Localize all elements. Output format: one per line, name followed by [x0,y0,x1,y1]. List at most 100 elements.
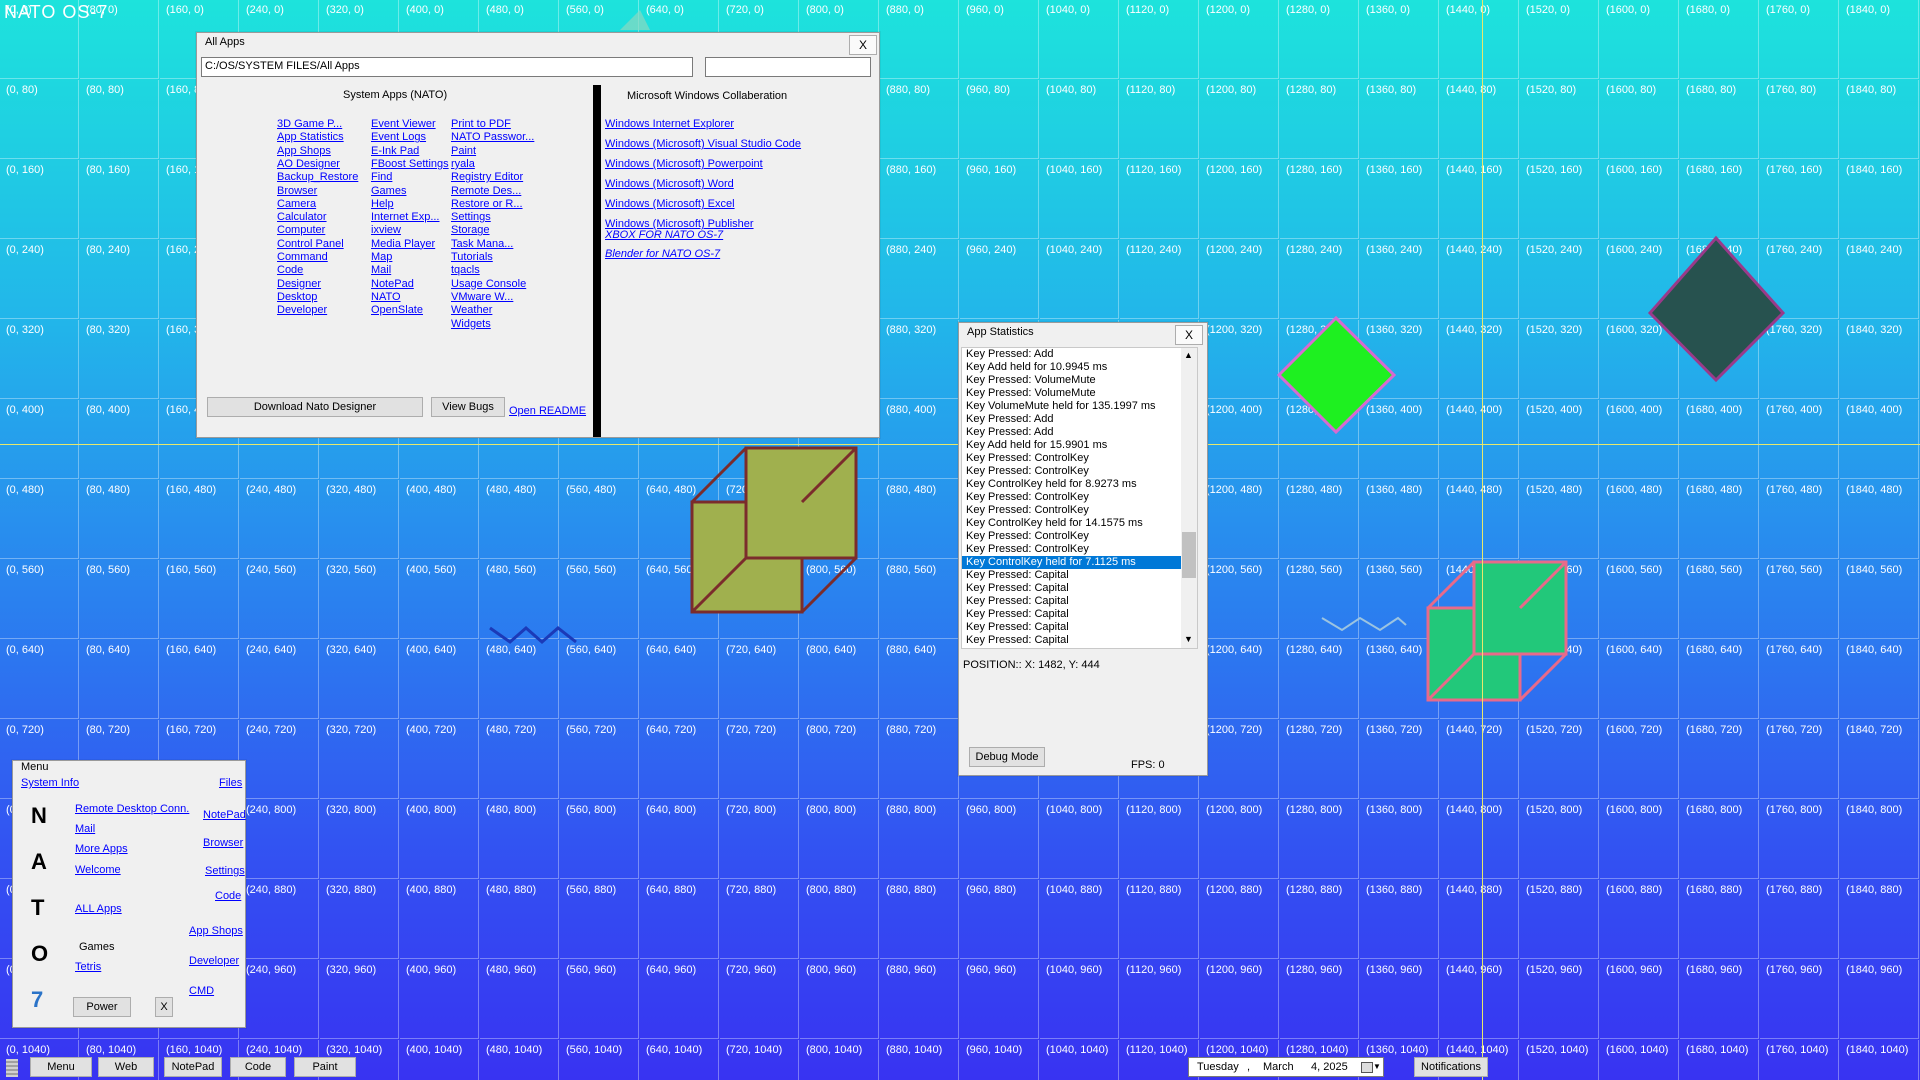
log-entry[interactable]: Key ControlKey held for 14.1575 ms [962,517,1197,530]
app-link[interactable]: Remote Des... [451,185,521,198]
taskbar-grip-icon[interactable] [6,1059,18,1077]
app-link[interactable]: Backup_Restore [277,171,358,184]
taskbar-menu-button[interactable]: Menu [30,1057,92,1077]
app-link[interactable]: FBoost Settings [371,158,449,171]
ms-app-link[interactable]: XBOX FOR NATO OS-7 [605,229,723,241]
log-scrollbar[interactable]: ▲ ▼ [1181,348,1197,648]
log-entry[interactable]: Key Pressed: Capital [962,608,1197,621]
app-link[interactable]: Find [371,171,392,184]
menu-link[interactable]: Code [215,890,241,902]
app-link[interactable]: Registry Editor [451,171,523,184]
view-bugs-button[interactable]: View Bugs [431,397,505,417]
close-button[interactable]: X [849,35,877,55]
app-link[interactable]: Event Logs [371,131,426,144]
scroll-down-icon[interactable]: ▼ [1184,634,1193,644]
files-link[interactable]: Files [219,777,242,789]
menu-link[interactable]: CMD [189,985,214,997]
notifications-button[interactable]: Notifications [1414,1057,1488,1077]
log-entry[interactable]: Key Add held for 15.9901 ms [962,439,1197,452]
app-link[interactable]: NATO [371,291,401,304]
log-entry[interactable]: Key Pressed: VolumeMute [962,387,1197,400]
app-link[interactable]: Command [277,251,328,264]
scroll-thumb[interactable] [1182,532,1196,578]
menu-link[interactable]: Mail [75,823,95,835]
app-link[interactable]: Media Player [371,238,435,251]
app-link[interactable]: App Statistics [277,131,344,144]
chevron-down-icon[interactable]: ▼ [1373,1058,1381,1076]
taskbar-paint-button[interactable]: Paint [294,1057,356,1077]
menu-link[interactable]: App Shops [189,925,243,937]
log-entry[interactable]: Key Pressed: Capital [962,595,1197,608]
app-link[interactable]: Calculator [277,211,327,224]
app-link[interactable]: Task Mana... [451,238,513,251]
power-button[interactable]: Power [73,997,131,1017]
menu-link[interactable]: Remote Desktop Conn. [75,803,189,815]
app-link[interactable]: Games [371,185,406,198]
app-link[interactable]: Designer [277,278,321,291]
app-link[interactable]: Restore or R... [451,198,523,211]
app-link[interactable]: ixview [371,224,401,237]
app-link[interactable]: App Shops [277,145,331,158]
log-entry[interactable]: Key Add held for 10.9945 ms [962,361,1197,374]
menu-link[interactable]: More Apps [75,843,128,855]
menu-link[interactable]: Browser [203,837,243,849]
app-link[interactable]: ryala [451,158,475,171]
app-link[interactable]: NATO Passwor... [451,131,534,144]
download-designer-button[interactable]: Download Nato Designer [207,397,423,417]
app-link[interactable]: Help [371,198,394,211]
log-entry[interactable]: Key Pressed: Capital [962,569,1197,582]
app-link[interactable]: Windows (Microsoft) Word [605,178,734,190]
menu-link[interactable]: Developer [189,955,239,967]
log-entry[interactable]: Key VolumeMute held for 135.1997 ms [962,400,1197,413]
search-input[interactable] [705,57,871,77]
menu-link[interactable]: NotePad [203,809,246,821]
log-entry[interactable]: Key Pressed: ControlKey [962,530,1197,543]
app-link[interactable]: Developer [277,304,327,317]
log-entry[interactable]: Key Pressed: Capital [962,621,1197,634]
app-link[interactable]: Widgets [451,318,491,331]
app-link[interactable]: tqacls [451,264,480,277]
calendar-icon[interactable] [1361,1062,1373,1073]
app-link[interactable]: Windows (Microsoft) Powerpoint [605,158,763,170]
scroll-up-icon[interactable]: ▲ [1184,350,1193,360]
app-link[interactable]: Map [371,251,392,264]
log-entry[interactable]: Key Pressed: ControlKey [962,465,1197,478]
log-entry[interactable]: Key Pressed: Add [962,413,1197,426]
menu-link[interactable]: ALL Apps [75,903,122,915]
app-link[interactable]: E-Ink Pad [371,145,419,158]
app-link[interactable]: Code [277,264,303,277]
log-entry[interactable]: Key Pressed: ControlKey [962,543,1197,556]
app-link[interactable]: Computer [277,224,325,237]
taskbar-code-button[interactable]: Code [230,1057,286,1077]
app-link[interactable]: Print to PDF [451,118,511,131]
taskbar-web-button[interactable]: Web [98,1057,154,1077]
menu-link[interactable]: Settings [205,865,245,877]
debug-mode-button[interactable]: Debug Mode [969,747,1045,767]
app-link[interactable]: Tutorials [451,251,493,264]
log-entry[interactable]: Key ControlKey held for 8.9273 ms [962,478,1197,491]
close-button[interactable]: X [1175,325,1203,345]
log-entry[interactable]: Key Pressed: ControlKey [962,491,1197,504]
app-link[interactable]: Camera [277,198,316,211]
system-info-link[interactable]: System Info [21,777,79,789]
log-entry[interactable]: Key ControlKey held for 7.1125 ms [962,556,1197,569]
log-entry[interactable]: Key Pressed: VolumeMute [962,374,1197,387]
app-link[interactable]: AO Designer [277,158,340,171]
app-link[interactable]: Windows (Microsoft) Visual Studio Code [605,138,801,150]
app-link[interactable]: Windows (Microsoft) Excel [605,198,735,210]
app-link[interactable]: VMware W... [451,291,513,304]
app-link[interactable]: Event Viewer [371,118,436,131]
app-link[interactable]: Browser [277,185,317,198]
app-link[interactable]: Storage [451,224,490,237]
menu-link[interactable]: Tetris [75,961,101,973]
log-entry[interactable]: Key Pressed: ControlKey [962,452,1197,465]
menu-link[interactable]: Welcome [75,864,121,876]
key-log-list[interactable]: Key Pressed: Add Key Add held for 10.9945… [961,347,1198,649]
log-entry[interactable]: Key Pressed: Capital [962,634,1197,647]
app-link[interactable]: NotePad [371,278,414,291]
app-link[interactable]: Control Panel [277,238,344,251]
app-link[interactable]: Internet Exp... [371,211,439,224]
app-link[interactable]: Usage Console [451,278,526,291]
path-field[interactable]: C:/OS/SYSTEM FILES/All Apps [201,57,693,77]
log-entry[interactable]: Key Pressed: Add [962,348,1197,361]
